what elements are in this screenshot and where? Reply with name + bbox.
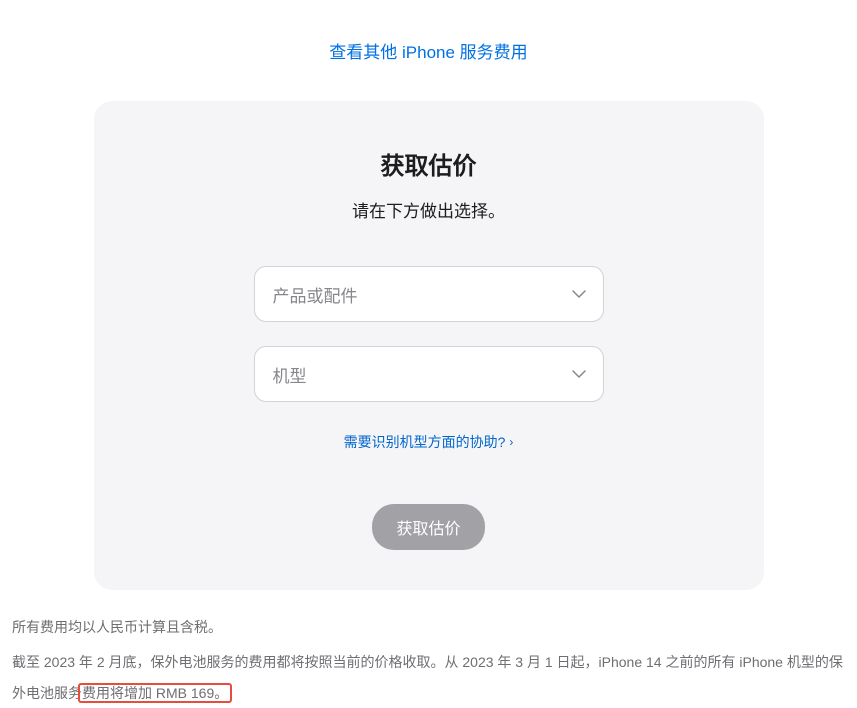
price-increase-highlight: 费用将增加 RMB 169。 (82, 685, 228, 701)
view-other-services-link[interactable]: 查看其他 iPhone 服务费用 (0, 38, 857, 63)
product-select[interactable]: 产品或配件 (254, 266, 604, 322)
card-title: 获取估价 (134, 146, 724, 181)
help-link-text: 需要识别机型方面的协助? (344, 432, 506, 452)
card-subtitle: 请在下方做出选择。 (134, 197, 724, 222)
identify-model-help-link[interactable]: 需要识别机型方面的协助? › (344, 432, 514, 452)
model-select-wrap: 机型 (254, 346, 604, 402)
footer-line-2: 截至 2023 年 2 月底，保外电池服务的费用都将按照当前的价格收取。从 20… (12, 647, 845, 708)
product-select-wrap: 产品或配件 (254, 266, 604, 322)
model-select[interactable]: 机型 (254, 346, 604, 402)
footer-notes: 所有费用均以人民币计算且含税。 截至 2023 年 2 月底，保外电池服务的费用… (12, 612, 845, 708)
chevron-right-icon: › (509, 435, 513, 449)
estimate-card: 获取估价 请在下方做出选择。 产品或配件 机型 需要识别机型方面的协助? › 获… (94, 101, 764, 590)
footer-line-1: 所有费用均以人民币计算且含税。 (12, 612, 845, 643)
get-estimate-button[interactable]: 获取估价 (372, 504, 484, 550)
